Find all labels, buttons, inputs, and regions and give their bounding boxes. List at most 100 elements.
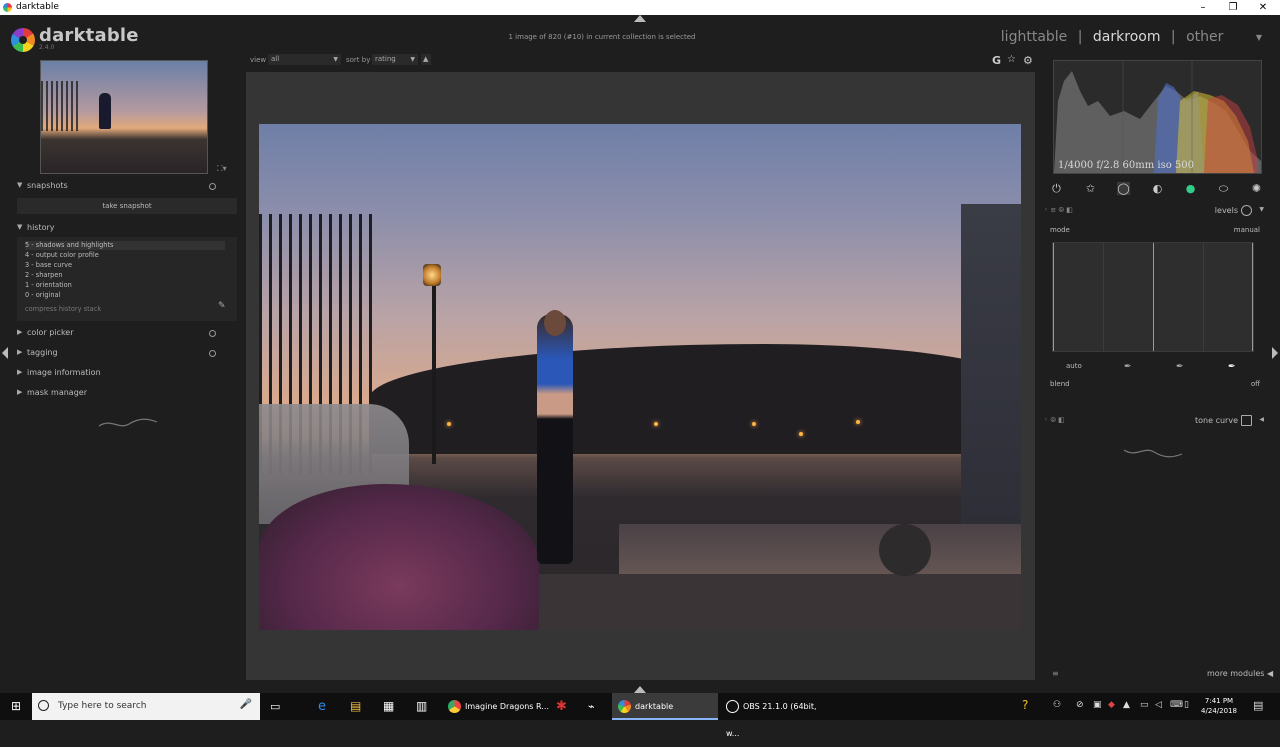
blend-value[interactable]: off [1251,380,1260,388]
view-filter-select[interactable]: all ▼ [268,54,341,65]
notifications-icon[interactable]: ▤ [1253,699,1263,712]
preset-icon[interactable] [209,330,216,337]
store-icon[interactable]: ▦ [383,693,394,720]
history-item[interactable]: 1 - orientation [25,281,225,290]
create-style-icon[interactable]: ✎ [218,301,229,312]
preferences-gear-icon[interactable]: ⚙ [1023,54,1033,67]
collapse-arrow-icon: ▶ [17,388,23,396]
view-lighttable[interactable]: lighttable [1001,29,1068,45]
collapse-arrow-icon: ▶ [17,368,23,376]
zoom-dropdown-icon[interactable]: ⛶▾ [217,164,227,174]
windows-start-icon[interactable]: ⊞ [0,693,32,720]
white-picker-icon[interactable]: ✒ [1228,362,1236,372]
preset-icon[interactable] [209,350,216,357]
image-information-header[interactable]: ▶ image information [11,368,240,380]
more-modules-button[interactable]: more modules ◀ [1207,669,1273,678]
history-item[interactable]: 5 - shadows and highlights [25,241,225,250]
microphone-icon[interactable]: 🎤 [240,699,252,710]
history-item[interactable]: 0 - original [25,291,225,300]
sort-by-value: rating [375,55,396,63]
close-button[interactable]: ✕ [1248,0,1278,15]
taskbar-search[interactable]: Type here to search 🎤 [32,693,260,720]
levels-gray-point[interactable] [1153,243,1154,351]
history-item[interactable]: 3 - base curve [25,261,225,270]
module-controls-icon[interactable]: ◦ ≡ ⦾ ◧ [1044,206,1073,215]
collapse-bottom-arrow-icon[interactable] [634,686,646,693]
minimize-button[interactable]: – [1188,0,1218,15]
more-modules-menu-icon[interactable]: ≡ [1052,669,1059,678]
help-icon[interactable]: ? [1022,698,1028,712]
network-icon[interactable]: ▭ [1140,700,1149,710]
photo-lamp [423,264,441,286]
app-icon-red[interactable]: ✱ [556,693,567,720]
volume-icon[interactable]: ◁ [1155,700,1162,710]
auto-button[interactable]: auto [1066,362,1082,370]
chevron-down-icon[interactable]: ▼ [1259,206,1264,213]
collapse-left-arrow-icon[interactable] [2,347,8,359]
basic-group-icon[interactable]: ◯ [1117,182,1130,195]
levels-mode-row[interactable]: mode manual [1050,226,1260,234]
overlays-star-icon[interactable]: ☆ [1007,54,1016,65]
tray-icon[interactable]: ▲ [1123,700,1130,710]
views-dropdown-icon[interactable]: ▼ [1256,33,1262,42]
mode-value[interactable]: manual [1234,226,1260,234]
view-other[interactable]: other [1186,29,1223,45]
taskbar-app-darktable[interactable]: darktable [612,693,718,720]
history-header[interactable]: ▼ history [11,223,240,235]
photo-dancer-head [544,310,566,336]
power-icon[interactable]: ⏻ [1050,182,1063,195]
keyboard-icon[interactable]: ⌨ [1170,700,1183,710]
chevron-left-icon[interactable]: ◀ [1259,416,1264,423]
taskbar-clock[interactable]: 7:41 PM 4/24/2018 [1197,696,1241,716]
sort-by-select[interactable]: rating ▼ [372,54,418,65]
grouping-icon[interactable]: G [992,54,1001,67]
expand-arrow-icon: ▼ [17,181,23,189]
preset-icon[interactable] [209,183,216,190]
history-item[interactable]: 4 - output color profile [25,251,225,260]
levels-black-point[interactable] [1053,243,1054,351]
tray-icon[interactable]: ⊘ [1076,700,1084,710]
task-view-icon[interactable]: ▭ [270,693,280,720]
levels-graph[interactable] [1052,242,1254,352]
tone-group-icon[interactable]: ◐ [1151,182,1164,195]
battery-icon[interactable]: ▯ [1184,700,1189,710]
exif-info: 1/4000 f/2.8 60mm iso 500 [1058,160,1194,171]
black-picker-icon[interactable]: ✒ [1124,362,1132,372]
tone-curve-module-header[interactable]: ◦ ⦾ ◧ tone curve ◀ [1044,414,1268,428]
taskbar-app-label: darktable [635,702,674,711]
tray-icon[interactable]: ▣ [1093,700,1102,710]
snapshots-header[interactable]: ▼ snapshots [11,181,240,193]
favorites-star-icon[interactable]: ✩ [1084,182,1097,195]
edge-icon[interactable]: e [318,693,326,720]
sort-order-button[interactable]: ▲ [421,54,431,65]
collapse-top-arrow-icon[interactable] [634,15,646,22]
module-controls-icon[interactable]: ◦ ⦾ ◧ [1044,416,1065,425]
levels-module-header[interactable]: ◦ ≡ ⦾ ◧ levels ▼ [1044,204,1268,218]
navigation-thumbnail[interactable] [40,60,208,174]
effect-group-icon[interactable]: ✺ [1250,182,1263,195]
blend-row[interactable]: blend off [1050,380,1260,388]
view-darkroom[interactable]: darkroom [1093,29,1161,45]
tray-icon[interactable]: ◆ [1108,700,1115,710]
color-group-icon[interactable]: ● [1184,182,1197,195]
history-item[interactable]: 2 - sharpen [25,271,225,280]
histogram[interactable]: 1/4000 f/2.8 60mm iso 500 [1053,60,1262,174]
photo-light [856,420,860,424]
levels-white-point[interactable] [1252,243,1253,351]
tagging-header[interactable]: ▶ tagging [11,348,240,360]
take-snapshot-button[interactable]: take snapshot [17,198,237,214]
taskbar-app-chrome[interactable]: Imagine Dragons R... [444,693,552,720]
calculator-icon[interactable]: ▥ [416,693,427,720]
mask-manager-header[interactable]: ▶ mask manager [11,388,240,400]
taskbar-app-obs[interactable]: OBS 21.1.0 (64bit, w... [722,693,832,738]
restore-button[interactable]: ❐ [1218,0,1248,15]
file-explorer-icon[interactable]: ▤ [350,693,361,720]
color-picker-header[interactable]: ▶ color picker [11,328,240,340]
collapse-right-arrow-icon[interactable] [1272,347,1278,359]
main-image[interactable] [259,124,1021,630]
app-icon-tool[interactable]: ⌁ [588,693,595,720]
compress-history-button[interactable]: compress history stack [25,305,101,313]
gray-picker-icon[interactable]: ✒ [1176,362,1184,372]
people-icon[interactable]: ⚇ [1053,700,1061,710]
correct-group-icon[interactable]: ⬭ [1217,182,1230,195]
